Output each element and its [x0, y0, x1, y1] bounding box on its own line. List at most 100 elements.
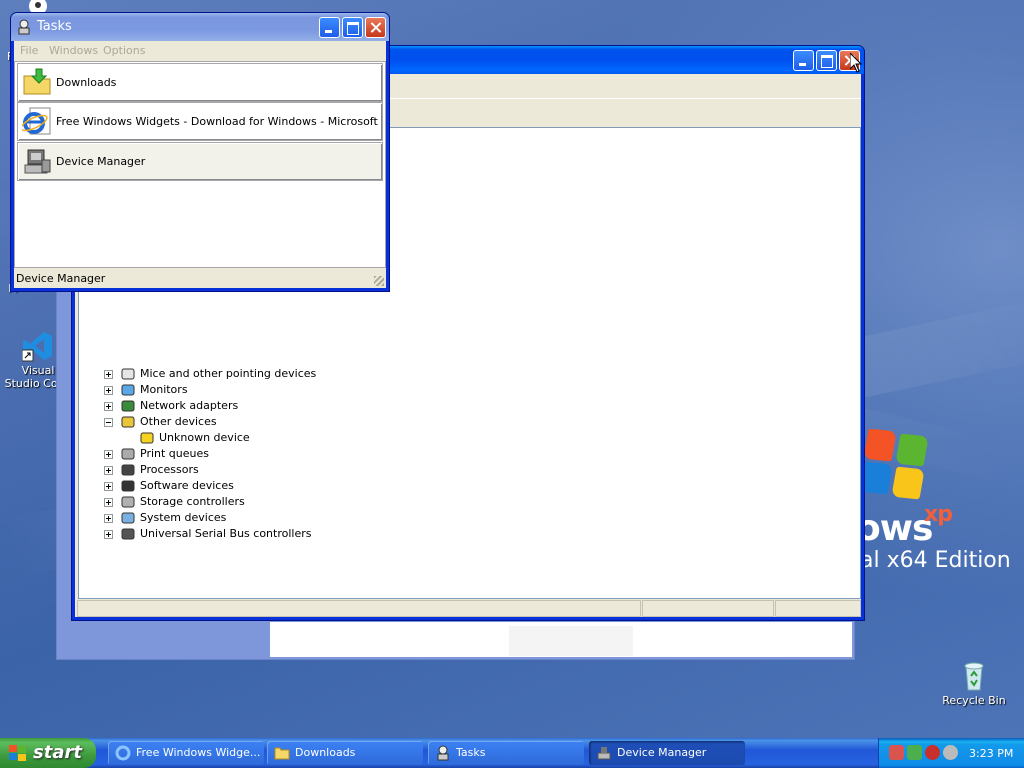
network-adapter-icon: [120, 398, 136, 414]
security-tray-icon[interactable]: [889, 745, 904, 760]
tree-row-label: Processors: [140, 463, 199, 476]
folder-download-icon: [22, 67, 52, 97]
tree-row-label: Network adapters: [140, 399, 239, 412]
minimize-button[interactable]: [793, 50, 814, 71]
tasks-status-bar: Device Manager: [14, 269, 386, 288]
processor-icon: [120, 462, 136, 478]
desktop-icon-recycle-bin[interactable]: Recycle Bin: [939, 660, 1009, 707]
expand-plus-icon[interactable]: [104, 450, 113, 459]
clock[interactable]: 3:23 PM: [969, 747, 1013, 760]
tree-row[interactable]: Unknown device: [79, 430, 779, 446]
taskbar-button-tasks[interactable]: Tasks: [428, 741, 584, 765]
usb-icon: [120, 526, 136, 542]
brand-text: ows: [856, 508, 933, 549]
vscode-icon: [21, 330, 54, 362]
background-window-panel: [509, 626, 633, 656]
maximize-button[interactable]: [342, 17, 363, 38]
expand-plus-icon[interactable]: [104, 482, 113, 491]
tree-row-label: Universal Serial Bus controllers: [140, 527, 312, 540]
monitor-icon: [120, 382, 136, 398]
taskbar-button-ie[interactable]: Free Windows Widge...: [108, 741, 264, 765]
status-pane: [775, 600, 861, 617]
taskbar-button-downloads[interactable]: Downloads: [267, 741, 423, 765]
tree-row[interactable]: Print queues: [79, 446, 779, 462]
internet-explorer-icon: [115, 745, 131, 761]
start-button[interactable]: start: [0, 738, 96, 768]
desktop-icon-label: Recycle Bin: [942, 694, 1006, 707]
tree-row-label: System devices: [140, 511, 227, 524]
tasks-icon: [435, 745, 451, 761]
tasks-status-text: Device Manager: [16, 272, 106, 285]
tasks-client: File Windows Options Downloads Free Wind…: [14, 41, 386, 288]
menu-options[interactable]: Options: [103, 44, 145, 57]
internet-explorer-icon: [20, 106, 52, 136]
taskbar-button-label: Downloads: [295, 746, 356, 759]
taskbar-button-device-manager[interactable]: Device Manager: [589, 741, 745, 765]
resize-grip-icon[interactable]: [374, 276, 384, 286]
tree-row[interactable]: Monitors: [79, 382, 779, 398]
expand-plus-icon[interactable]: [104, 370, 113, 379]
mouse-icon: [120, 366, 136, 382]
volume-tray-icon[interactable]: [943, 745, 958, 760]
network-tray-icon[interactable]: [907, 745, 922, 760]
tree-row[interactable]: Mice and other pointing devices: [79, 366, 779, 382]
wallpaper-edition-text: al x64 Edition: [860, 548, 1011, 573]
tree-row-label: Monitors: [140, 383, 188, 396]
tree-row[interactable]: Storage controllers: [79, 494, 779, 510]
task-item-downloads[interactable]: Downloads: [17, 63, 383, 102]
tasks-title: Tasks: [37, 19, 72, 34]
taskbar-button-label: Free Windows Widge...: [136, 746, 261, 759]
tasks-titlebar[interactable]: Tasks: [11, 13, 389, 41]
expand-plus-icon[interactable]: [104, 466, 113, 475]
status-bar: [75, 598, 861, 617]
tree-row[interactable]: Software devices: [79, 478, 779, 494]
close-button[interactable]: [365, 17, 386, 38]
expand-plus-icon[interactable]: [104, 498, 113, 507]
menu-windows[interactable]: Windows: [49, 44, 98, 57]
system-devices-icon: [120, 510, 136, 526]
status-pane: [642, 600, 774, 617]
printer-icon: [120, 446, 136, 462]
menu-file[interactable]: File: [20, 44, 38, 57]
task-item-label: Free Windows Widgets - Download for Wind…: [56, 115, 380, 128]
xp-text: xp: [924, 502, 953, 527]
recycle-bin-icon: [958, 660, 990, 692]
unknown-device-icon: [120, 414, 136, 430]
mouse-cursor-icon: [849, 51, 863, 73]
tasks-window[interactable]: Tasks File Windows Options Downloads Fre…: [10, 12, 390, 292]
expand-plus-icon[interactable]: [104, 514, 113, 523]
taskbar-button-label: Device Manager: [617, 746, 707, 759]
tree-row-label: Other devices: [140, 415, 217, 428]
task-item-ie[interactable]: Free Windows Widgets - Download for Wind…: [17, 102, 383, 141]
maximize-button[interactable]: [816, 50, 837, 71]
tree-row[interactable]: Other devices: [79, 414, 779, 430]
folder-icon: [274, 745, 290, 761]
tree-row[interactable]: Network adapters: [79, 398, 779, 414]
windows-logo-icon: [9, 745, 27, 761]
software-device-icon: [120, 478, 136, 494]
status-pane: [77, 600, 641, 617]
taskbar-button-label: Tasks: [456, 746, 486, 759]
desktop: F M Visual Studio Code Recycle Bin owsxp…: [0, 0, 1024, 738]
collapse-minus-icon[interactable]: [104, 418, 113, 427]
tasks-menu-bar: File Windows Options: [14, 41, 386, 61]
task-item-device-manager[interactable]: Device Manager: [17, 142, 383, 181]
tree-row[interactable]: Processors: [79, 462, 779, 478]
tree-row[interactable]: Universal Serial Bus controllers: [79, 526, 779, 542]
tree-row-label: Unknown device: [159, 431, 250, 444]
device-manager-icon: [22, 146, 52, 176]
storage-controller-icon: [120, 494, 136, 510]
task-item-label: Downloads: [56, 76, 117, 89]
task-list[interactable]: Downloads Free Windows Widgets - Downloa…: [14, 61, 386, 268]
tree-row-label: Print queues: [140, 447, 209, 460]
tree-row[interactable]: System devices: [79, 510, 779, 526]
expand-plus-icon[interactable]: [104, 530, 113, 539]
expand-plus-icon[interactable]: [104, 386, 113, 395]
tree-row-label: Mice and other pointing devices: [140, 367, 317, 380]
device-manager-icon: [596, 745, 612, 761]
minimize-button[interactable]: [319, 17, 340, 38]
wallpaper-brand-text: ows xp: [856, 502, 953, 549]
alert-tray-icon[interactable]: [925, 745, 940, 760]
windows-flag-logo: [859, 425, 932, 515]
expand-plus-icon[interactable]: [104, 402, 113, 411]
